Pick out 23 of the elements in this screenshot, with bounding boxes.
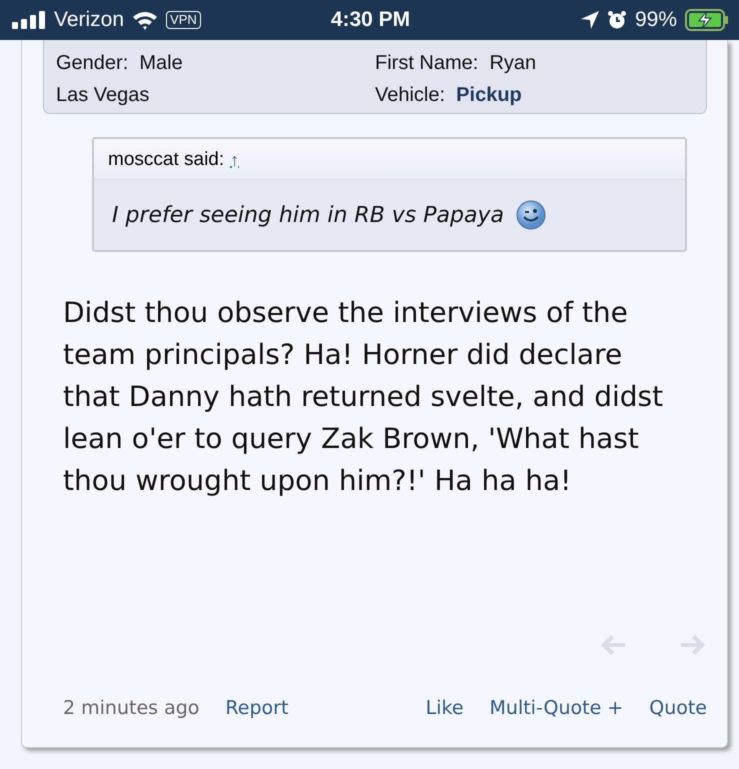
post-time: 2 minutes ago xyxy=(63,697,200,719)
battery-percent: 99% xyxy=(634,8,677,32)
profile-field: Gender: Male xyxy=(56,52,375,75)
wink-smiley-icon xyxy=(516,200,546,230)
post-message: Didst thou observe the interviews of the team principals? Ha! Horner did declare that Danny hath returned svelte, and didst lean o'er to query Zak Brown, 'What hast thou wrought upon him?!' Ha ha ha! xyxy=(63,295,664,499)
clock-time: 4:30 PM xyxy=(330,8,410,32)
vpn-badge: VPN xyxy=(166,11,201,29)
multi-quote-link[interactable]: Multi-Quote + xyxy=(490,697,624,719)
quote-text: I prefer seeing him in RB vs Papaya xyxy=(112,202,504,228)
like-link[interactable]: Like xyxy=(426,697,464,719)
quote-author: mosccat said: xyxy=(108,149,224,171)
battery-icon xyxy=(685,9,729,31)
alarm-icon xyxy=(606,10,627,30)
profile-field: Vehicle: Pickup xyxy=(375,84,694,107)
profile-field: First Name: Ryan xyxy=(375,52,694,75)
wifi-icon xyxy=(132,10,158,30)
signal-icon xyxy=(12,11,46,29)
profile-field: Las Vegas xyxy=(56,84,375,107)
location-icon xyxy=(580,11,599,29)
quote-link[interactable]: Quote xyxy=(649,697,707,719)
carrier-name: Verizon xyxy=(54,8,124,32)
quote-source-link[interactable]: ↑ xyxy=(230,150,240,170)
report-link[interactable]: Report xyxy=(225,697,288,719)
